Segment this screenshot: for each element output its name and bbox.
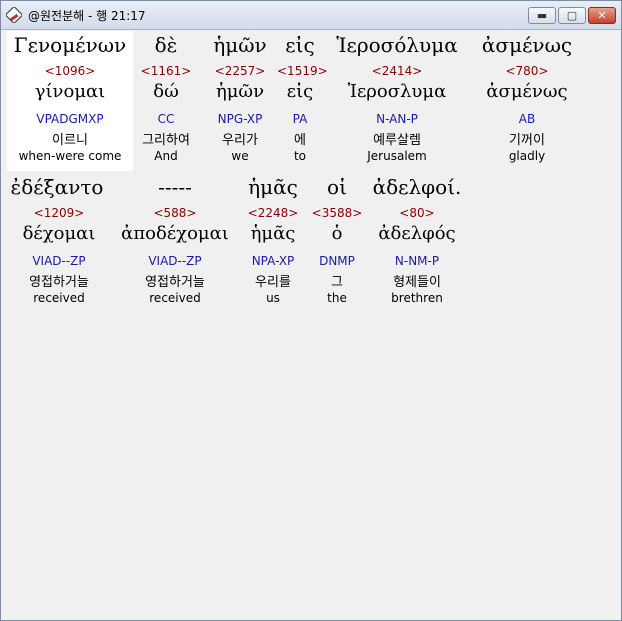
word-korean: 그리하여 xyxy=(142,133,190,148)
word-parse: VIAD--ZP xyxy=(148,254,202,268)
word-strong[interactable]: <2414> xyxy=(329,64,465,78)
word-english: gladly xyxy=(508,149,546,163)
word-greek[interactable]: ἡμῶν xyxy=(207,33,273,57)
word-parse: N-AN-P xyxy=(376,112,418,126)
word-greek[interactable]: ἐδέξαντο xyxy=(7,175,107,199)
word-lemma: δώ xyxy=(153,81,179,102)
word-english: to xyxy=(293,149,307,163)
word-parse: VIAD--ZP xyxy=(32,254,86,268)
word-parse: VPADGMXP xyxy=(36,112,104,126)
word-strong[interactable]: <2248> xyxy=(243,206,303,220)
word-strong[interactable]: <780> xyxy=(473,64,581,78)
word-english: us xyxy=(266,291,280,305)
maximize-icon: ▢ xyxy=(566,9,578,22)
app-icon xyxy=(6,7,22,23)
word-lemma: δέχομαι xyxy=(22,223,96,244)
title-bar[interactable]: @원전분해 - 행 21:17 ▬ ▢ ✕ xyxy=(1,1,621,30)
word-greek[interactable]: ἡμᾶς xyxy=(243,175,303,199)
close-button[interactable]: ✕ xyxy=(588,7,616,24)
word-greek[interactable]: ----- xyxy=(117,175,233,199)
word-strong[interactable]: <1209> xyxy=(7,206,111,220)
word-lemma: ἀδελφός xyxy=(378,223,456,244)
word-parse: NPG-XP xyxy=(217,112,263,126)
word-lemma: ἡμῶν xyxy=(215,81,265,102)
word-parse: DNMP xyxy=(319,254,355,268)
word-greek[interactable]: δὲ xyxy=(133,33,199,57)
word-strong[interactable]: <2257> xyxy=(207,64,273,78)
word-greek[interactable]: Γενομένων xyxy=(7,33,133,57)
word-greek[interactable]: ἀσμένως xyxy=(473,33,581,57)
word-greek[interactable]: εἰς xyxy=(277,33,323,57)
word-english: when-were come xyxy=(18,149,122,163)
word-lemma: Ἱεροσλυμα xyxy=(347,81,447,102)
analysis-pane: Γενομένων <1096> γίνομαι VPADGMXP 이르니 wh… xyxy=(7,31,616,615)
close-icon: ✕ xyxy=(597,9,607,22)
minimize-button[interactable]: ▬ xyxy=(528,7,556,24)
word-lemma: ἡμᾶς xyxy=(250,223,296,244)
word-parse: AB xyxy=(518,112,536,126)
word-lemma: ἀσμένως xyxy=(486,81,568,102)
word-greek[interactable]: ἀδελφοί. xyxy=(369,175,465,199)
maximize-button[interactable]: ▢ xyxy=(558,7,586,24)
word-korean: 우리를 xyxy=(255,275,291,290)
word-english: Jerusalem xyxy=(367,149,427,163)
word-korean: 이르니 xyxy=(52,133,88,148)
word-korean: 우리가 xyxy=(222,133,258,148)
word-strong[interactable]: <588> xyxy=(117,206,233,220)
word-lemma: ἀποδέχομαι xyxy=(121,223,229,244)
word-english: we xyxy=(231,149,249,163)
word-english: received xyxy=(149,291,201,305)
minimize-icon: ▬ xyxy=(536,9,548,22)
word-korean: 형제들이 xyxy=(393,275,441,290)
word-english: brethren xyxy=(391,291,443,305)
word-lemma: εἰς xyxy=(286,81,314,102)
word-parse: CC xyxy=(157,112,175,126)
word-korean: 에 xyxy=(294,133,306,148)
word-strong[interactable]: <3588> xyxy=(311,206,363,220)
main-window: @원전분해 - 행 21:17 ▬ ▢ ✕ Γενομένων <1096> γ… xyxy=(0,0,622,621)
word-parse: NPA-XP xyxy=(251,254,295,268)
word-strong[interactable]: <1096> xyxy=(7,64,133,78)
word-strong[interactable]: <1519> xyxy=(277,64,328,78)
word-strong[interactable]: <80> xyxy=(369,206,465,220)
word-lemma: ὁ xyxy=(331,223,343,244)
word-strong[interactable]: <1161> xyxy=(133,64,199,78)
word-parse: PA xyxy=(292,112,308,126)
window-title: @원전분해 - 행 21:17 xyxy=(28,9,146,23)
word-greek[interactable]: Ἱεροσόλυμα xyxy=(329,33,465,57)
word-parse: N-NM-P xyxy=(394,254,440,268)
word-korean: 영접하거늘 xyxy=(29,275,89,290)
word-korean: 기꺼이 xyxy=(509,133,545,148)
word-korean: 그 xyxy=(331,275,343,290)
word-english: the xyxy=(327,291,347,305)
word-english: received xyxy=(33,291,85,305)
word-korean: 영접하거늘 xyxy=(145,275,205,290)
word-lemma: γίνομαι xyxy=(34,81,106,102)
word-english: And xyxy=(154,149,178,163)
word-greek[interactable]: οἱ xyxy=(311,175,363,199)
word-korean: 예루살렘 xyxy=(373,133,421,148)
